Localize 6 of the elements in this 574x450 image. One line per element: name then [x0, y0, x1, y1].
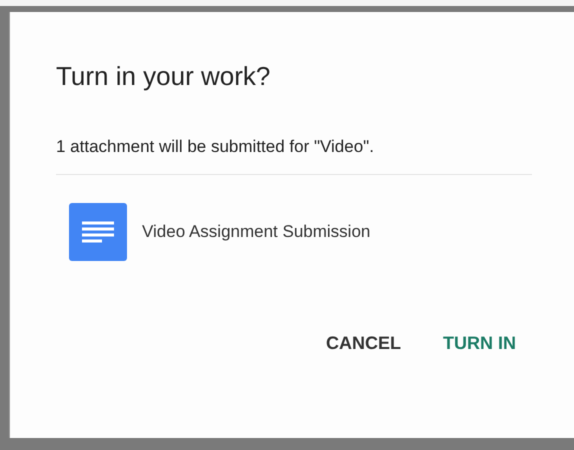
cancel-button[interactable]: CANCEL	[308, 323, 419, 364]
attachment-name[interactable]: Video Assignment Submission	[142, 222, 370, 242]
dialog-title: Turn in your work?	[56, 61, 272, 91]
dialog-message: 1 attachment will be submitted for "Video".	[56, 136, 375, 158]
document-icon	[69, 203, 127, 261]
turn-in-button[interactable]: TURN IN	[425, 323, 534, 364]
